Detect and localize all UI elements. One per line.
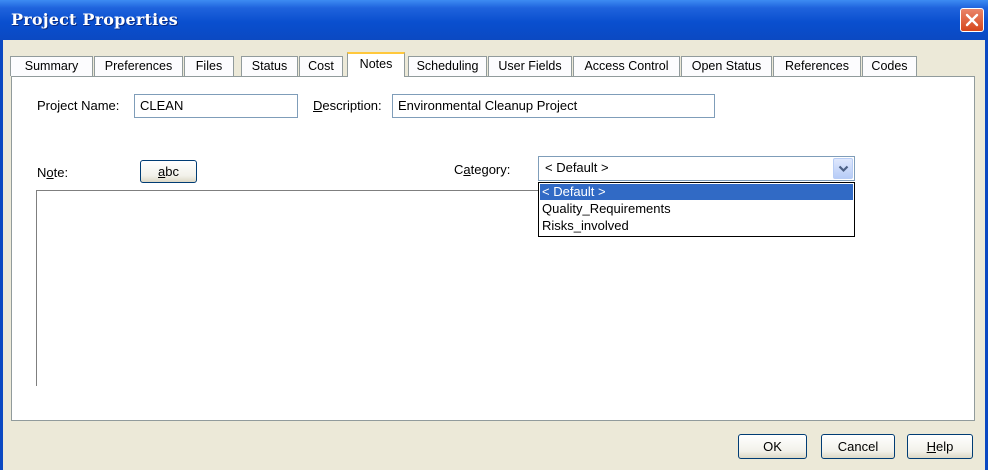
tab-status[interactable]: Status (241, 56, 298, 76)
close-button[interactable] (960, 8, 984, 32)
tab-preferences[interactable]: Preferences (94, 56, 183, 76)
category-label-post: tegory: (470, 162, 511, 177)
help-button-label: elp (936, 439, 954, 454)
tab-codes[interactable]: Codes (862, 56, 917, 76)
tab-scheduling[interactable]: Scheduling (408, 56, 487, 76)
category-label-accesskey: a (463, 162, 471, 177)
category-label-pre: C (454, 162, 464, 177)
close-icon (965, 13, 979, 27)
tab-user-fields[interactable]: User Fields (488, 56, 572, 76)
category-option-default[interactable]: < Default > (540, 184, 853, 200)
tab-notes[interactable]: Notes (347, 52, 405, 77)
tab-open-status[interactable]: Open Status (681, 56, 772, 76)
category-select[interactable]: < Default > (538, 156, 855, 181)
description-label-post: escription: (322, 98, 382, 113)
spell-check-button[interactable]: abc (140, 160, 197, 183)
ok-button[interactable]: OK (738, 434, 807, 459)
tab-summary[interactable]: Summary (10, 56, 93, 76)
note-label-post: te: (53, 165, 69, 180)
window-title: Project Properties (11, 10, 178, 29)
tab-files[interactable]: Files (184, 56, 234, 76)
note-label-pre: N (37, 165, 47, 180)
abc-button-label: bc (165, 164, 179, 179)
category-dropdown-list: < Default > Quality_Requirements Risks_i… (538, 182, 855, 237)
title-bar[interactable]: Project Properties (0, 0, 988, 40)
note-label: Note: (37, 165, 68, 180)
category-option-quality-requirements[interactable]: Quality_Requirements (540, 201, 853, 217)
project-properties-dialog: Project Properties Summary Preferences F… (0, 0, 988, 470)
project-name-field[interactable]: CLEAN (134, 94, 298, 118)
description-field[interactable]: Environmental Cleanup Project (392, 94, 715, 118)
help-button[interactable]: Help (907, 434, 973, 459)
category-selected-value: < Default > (545, 160, 609, 175)
note-label-accesskey: o (46, 165, 54, 180)
description-label: Description: (313, 98, 382, 113)
chevron-down-icon (838, 165, 849, 173)
tab-references[interactable]: References (773, 56, 861, 76)
cancel-button[interactable]: Cancel (821, 434, 895, 459)
category-label: Category: (454, 162, 510, 177)
category-dropdown-button[interactable] (833, 158, 853, 179)
description-label-accesskey: D (313, 98, 323, 113)
help-button-accesskey: H (926, 439, 937, 454)
tab-access-control[interactable]: Access Control (573, 56, 680, 76)
window-frame-left (0, 40, 3, 470)
project-name-label: Project Name: (37, 98, 120, 113)
category-option-risks-involved[interactable]: Risks_involved (540, 218, 853, 234)
tab-cost[interactable]: Cost (299, 56, 343, 76)
